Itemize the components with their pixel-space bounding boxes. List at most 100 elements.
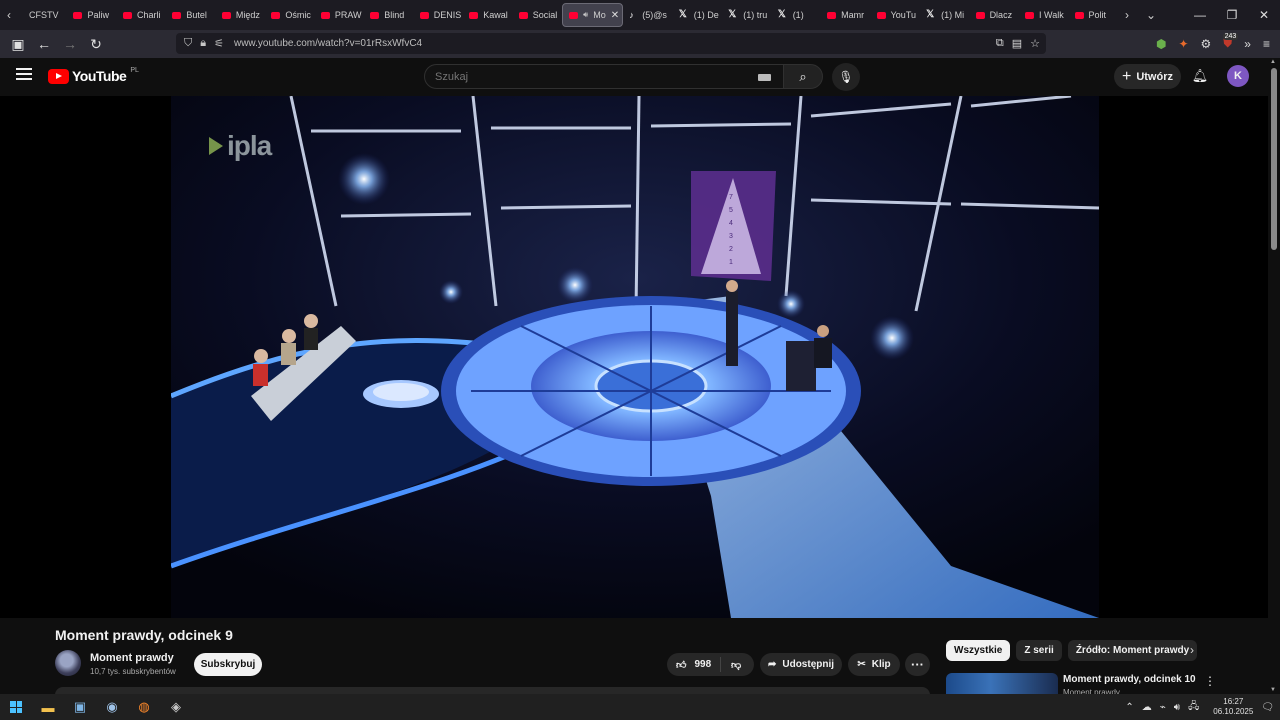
minimize-icon[interactable]: — xyxy=(1184,0,1216,30)
network-icon[interactable]: 🖧︎ xyxy=(1188,699,1199,716)
search-box[interactable] xyxy=(424,64,784,89)
video-player[interactable]: 754321 ipla xyxy=(0,96,1268,618)
browser-tab[interactable]: Dlacz xyxy=(970,3,1019,27)
subscribe-button[interactable]: Subskrybuj xyxy=(194,653,262,676)
browser-tab[interactable]: PRAW xyxy=(315,3,364,27)
browser-tab[interactable]: YouTu xyxy=(871,3,920,27)
youtube-logo[interactable]: YouTube PL xyxy=(48,67,139,84)
browser-tab[interactable]: ♪ (5)@s xyxy=(623,3,672,27)
browser-tab[interactable]: 𝕏 (1) xyxy=(772,3,821,27)
file-explorer-icon[interactable]: ▬ xyxy=(32,694,64,720)
browser-tab[interactable]: 𝕏 (1) tru xyxy=(722,3,771,27)
youtube-wordmark: YouTube xyxy=(72,68,127,84)
more-actions-button[interactable]: ··· xyxy=(905,653,930,676)
browser-tab[interactable]: DENIS xyxy=(414,3,463,27)
channel-avatar[interactable] xyxy=(55,650,81,676)
back-icon[interactable]: ← xyxy=(32,32,56,56)
privacy-extension-icon[interactable]: ⬢ xyxy=(1156,37,1166,51)
onedrive-icon[interactable]: ☁ xyxy=(1142,702,1152,713)
browser-tab[interactable]: 𝕏 (1) De xyxy=(673,3,722,27)
youtube-icon xyxy=(73,11,83,19)
notifications-icon[interactable]: 🗨︎ xyxy=(1261,702,1274,713)
browser-tab[interactable]: I Walk xyxy=(1019,3,1068,27)
volume-icon[interactable]: 🔊︎ xyxy=(1174,702,1180,713)
overflow-chevron-icon[interactable]: » xyxy=(1244,37,1251,51)
browser-tab[interactable]: Social xyxy=(513,3,562,27)
restore-icon[interactable]: ❐ xyxy=(1216,0,1248,30)
close-window-icon[interactable]: ✕ xyxy=(1248,0,1280,30)
browser-tab[interactable]: Mamr xyxy=(821,3,870,27)
chips-next-icon[interactable]: › xyxy=(1190,643,1194,657)
browser-tab[interactable]: Blind xyxy=(364,3,413,27)
shield-icon[interactable]: ⛉ xyxy=(184,37,192,50)
create-button[interactable]: + Utwórz xyxy=(1114,64,1181,89)
dislike-button[interactable]: 👎︎ xyxy=(721,659,741,671)
tray-chevron-icon[interactable]: ⌃ xyxy=(1125,702,1133,713)
pip-icon[interactable]: ⧉ xyxy=(996,37,1004,50)
browser-tab[interactable]: Paliw xyxy=(67,3,116,27)
extensions-puzzle-icon[interactable]: ⚙ xyxy=(1201,37,1212,51)
speaker-icon[interactable]: 🔊︎ xyxy=(583,10,588,20)
scroll-down-icon[interactable]: ▼ xyxy=(1270,687,1276,693)
start-button[interactable] xyxy=(0,694,32,720)
browser-tab[interactable]: Butel xyxy=(166,3,215,27)
recommendation-menu-icon[interactable]: ⋮ xyxy=(1204,674,1216,688)
chip-source[interactable]: Źródło: Moment prawdy xyxy=(1067,640,1198,661)
like-button[interactable]: 👍︎ 998 xyxy=(667,657,721,672)
bookmark-star-icon[interactable]: ☆ xyxy=(1030,37,1040,50)
like-count: 998 xyxy=(694,659,712,670)
permissions-icon[interactable]: ⚟ xyxy=(214,37,224,50)
keyboard-icon[interactable] xyxy=(758,74,771,81)
browser-tab[interactable]: Międz xyxy=(216,3,265,27)
clock[interactable]: 16:27 06.10.2025 xyxy=(1213,697,1253,717)
sidebar-toggle-icon[interactable]: ▣ xyxy=(6,32,30,56)
close-tab-icon[interactable]: ✕ xyxy=(611,10,619,21)
scrollbar-thumb[interactable] xyxy=(1271,68,1277,250)
chip-from-series[interactable]: Z serii xyxy=(1016,640,1062,661)
tab-list-chevron-icon[interactable]: ⌄ xyxy=(1142,0,1160,30)
tab-label: (1) Mi xyxy=(941,10,965,20)
browser-tab[interactable]: Charli xyxy=(117,3,166,27)
browser-tab[interactable]: Kawal xyxy=(463,3,512,27)
video-title: Moment prawdy, odcinek 9 xyxy=(55,627,233,643)
browser-tab[interactable]: 🔊︎ Mo ✕ xyxy=(562,3,624,27)
forward-icon[interactable]: → xyxy=(58,32,82,56)
lock-icon[interactable]: 🔒︎ xyxy=(200,37,206,50)
tabs-scroll-right-icon[interactable]: › xyxy=(1118,0,1136,30)
channel-name[interactable]: Moment prawdy xyxy=(90,652,174,664)
url-text[interactable]: www.youtube.com/watch?v=01rRsxWfvC4 xyxy=(234,38,422,49)
firefox-icon[interactable]: ◍ xyxy=(128,694,160,720)
search-input[interactable] xyxy=(435,70,735,83)
search-button[interactable]: ⌕ xyxy=(783,64,823,89)
browser-tab[interactable]: 𝕏 (1) Mi xyxy=(920,3,969,27)
ublock-icon[interactable]: ⛊ 243 xyxy=(1222,33,1239,51)
hamburger-menu-icon[interactable] xyxy=(16,68,32,80)
account-avatar[interactable]: K xyxy=(1227,65,1249,87)
fox-extension-icon[interactable]: ✦ xyxy=(1178,37,1188,51)
steam-icon[interactable]: ◉ xyxy=(96,694,128,720)
browser-tab[interactable]: Polit xyxy=(1069,3,1118,27)
video-frame[interactable]: 754321 ipla xyxy=(171,96,1099,618)
chip-all[interactable]: Wszystkie xyxy=(946,640,1011,661)
app-menu-icon[interactable]: ≡ xyxy=(1263,37,1270,51)
scissors-icon: ✂ xyxy=(857,659,866,670)
remote-desktop-icon[interactable]: ▣ xyxy=(64,694,96,720)
usb-icon[interactable]: ⌁ xyxy=(1160,702,1166,713)
recommendation-title[interactable]: Moment prawdy, odcinek 10 xyxy=(1063,674,1196,685)
reader-view-icon[interactable]: ▤ xyxy=(1012,37,1022,50)
app-icon[interactable]: ◈ xyxy=(160,694,192,720)
address-bar[interactable]: ⛉ 🔒︎ ⚟ www.youtube.com/watch?v=01rRsxWfv… xyxy=(176,33,1046,54)
browser-tab[interactable]: Ośmic xyxy=(265,3,314,27)
youtube-icon xyxy=(1074,11,1084,19)
voice-search-button[interactable]: 🎙︎ xyxy=(832,63,860,91)
browser-tab[interactable]: CFSTV xyxy=(18,3,67,27)
notifications-bell-icon[interactable]: 🔔︎ xyxy=(1190,66,1210,86)
tabs-scroll-left-icon[interactable]: ‹ xyxy=(0,0,18,30)
reload-icon[interactable]: ↻ xyxy=(84,32,108,56)
youtube-icon xyxy=(271,11,281,19)
scroll-up-icon[interactable]: ▲ xyxy=(1270,59,1276,65)
share-button[interactable]: ➦ Udostępnij xyxy=(760,653,842,676)
clip-button[interactable]: ✂ Klip xyxy=(848,653,900,676)
page-scrollbar[interactable]: ▲ ▼ xyxy=(1268,58,1280,694)
svg-text:5: 5 xyxy=(729,207,733,214)
